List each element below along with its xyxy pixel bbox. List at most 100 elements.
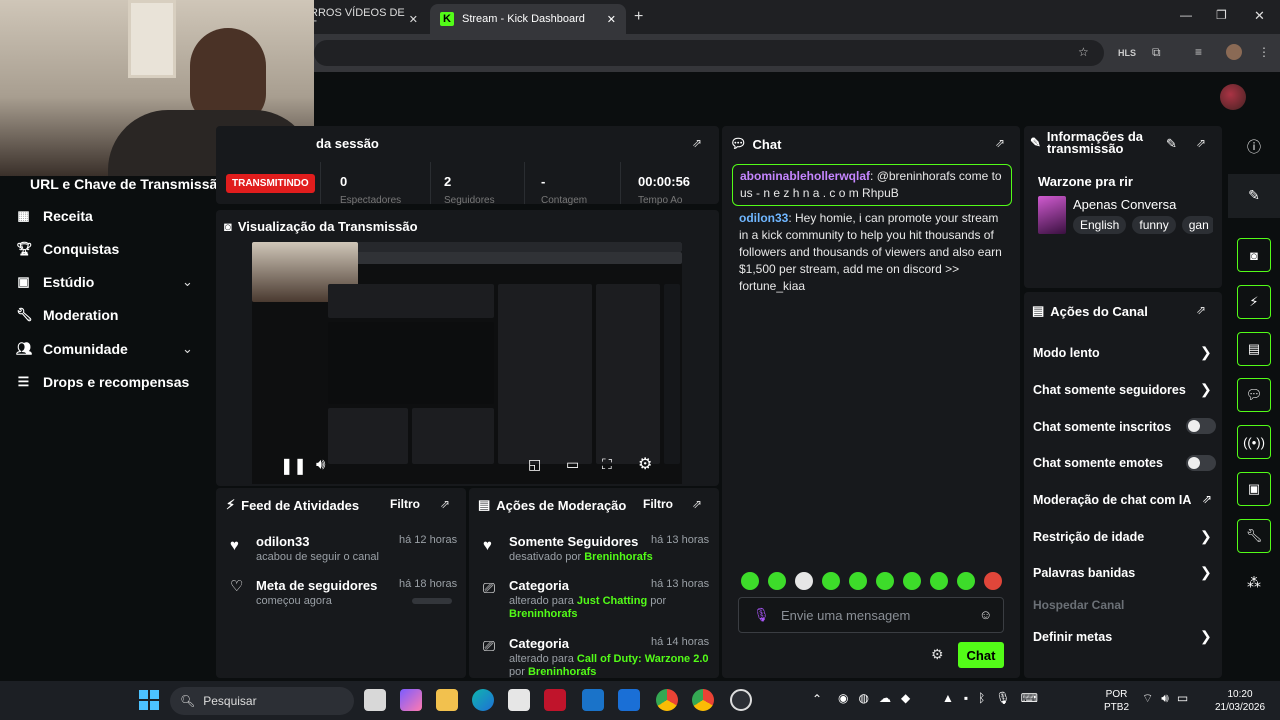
windows-start-icon[interactable] (139, 690, 159, 710)
edge-icon[interactable] (472, 689, 494, 711)
expand-icon[interactable]: ⇗ (995, 136, 1005, 150)
action-banned-words[interactable]: Palavras banidas (1033, 566, 1135, 580)
keyboard-icon[interactable]: ⌨ (1021, 691, 1038, 709)
chrome-icon[interactable] (656, 689, 678, 711)
pencil-icon[interactable]: ✎ (1237, 178, 1271, 212)
action-slow-mode[interactable]: Modo lento (1033, 346, 1100, 360)
theater-icon[interactable]: ▭ (566, 456, 579, 473)
fullscreen-icon[interactable]: ⛶ (602, 456, 612, 473)
expand-icon[interactable]: ⇗ (440, 497, 450, 511)
clock[interactable]: 10:20 21/03/2026 (1210, 688, 1270, 714)
broadcast-icon[interactable]: ((•)) (1237, 425, 1271, 459)
chat-input[interactable]: 🎙︎ Envie uma mensagem ☺ (738, 597, 1004, 633)
emote-icon[interactable] (822, 572, 840, 590)
tray-overflow-icon[interactable]: ⌃ (812, 692, 822, 706)
chat-bubble-icon[interactable]: 💬︎ (1237, 378, 1271, 412)
settings-gear-icon[interactable]: ⚙ (638, 454, 652, 474)
microphone-icon[interactable]: 🎙︎ (753, 607, 770, 623)
action-age-restriction[interactable]: Restrição de idade (1033, 530, 1144, 544)
emote-icon[interactable] (741, 572, 759, 590)
pause-icon[interactable]: ❚❚ (280, 456, 307, 476)
chat-message-highlighted[interactable]: abominablehollerwqlaf: @breninhorafs com… (732, 164, 1012, 206)
emoji-icon[interactable]: ☺ (979, 607, 992, 622)
sidebar-item-estudio[interactable]: ▣ Estúdio (16, 274, 94, 290)
bluetooth-icon[interactable]: ᛒ (978, 691, 985, 709)
language-indicator[interactable]: POR PTB2 (1104, 688, 1129, 714)
chevron-down-icon[interactable]: ⌄ (182, 274, 193, 290)
subscribers-only-toggle[interactable] (1186, 418, 1216, 434)
chevron-right-icon[interactable]: ❯ (1200, 528, 1212, 545)
expand-icon[interactable]: ⇗ (1196, 136, 1206, 150)
dell-tray-icon[interactable]: ▪ (964, 691, 968, 709)
info-icon[interactable]: ⓘ (1237, 130, 1271, 164)
chat-settings-icon[interactable]: ⚙ (931, 646, 944, 663)
emote-icon[interactable] (984, 572, 1002, 590)
emotes-only-toggle[interactable] (1186, 455, 1216, 471)
preview-toggle-icon[interactable]: ◙ (1237, 238, 1271, 272)
volume-icon[interactable]: 🔊︎ (316, 456, 325, 473)
stream-video[interactable]: ❚❚ 🔊︎ ◱ ▭ ⛶ ⚙ (252, 242, 682, 484)
close-icon[interactable]: ✕ (607, 13, 616, 26)
browser-menu-icon[interactable]: ⋮ (1258, 45, 1270, 59)
send-chat-button[interactable]: Chat (958, 642, 1004, 668)
network-volume-battery[interactable]: ⌔ 🔊︎ ▭ (1142, 691, 1188, 706)
taskbar-search[interactable]: 🔍︎ Pesquisar (170, 687, 354, 715)
sidebar-url-key[interactable]: URL e Chave de Transmissão (30, 176, 226, 192)
emote-icon[interactable] (903, 572, 921, 590)
mic-icon[interactable]: 🎙︎ (995, 691, 1010, 709)
video-settings-icon[interactable]: ▣ (1237, 472, 1271, 506)
dell-icon[interactable] (582, 689, 604, 711)
sidebar-item-receita[interactable]: ▦ Receita (16, 208, 92, 224)
file-explorer-icon[interactable] (436, 689, 458, 711)
chevron-right-icon[interactable]: ❯ (1200, 564, 1212, 581)
emote-icon[interactable] (795, 572, 813, 590)
minimize-icon[interactable]: — (1180, 8, 1192, 22)
pip-icon[interactable]: ◱ (528, 456, 541, 473)
edit-icon[interactable]: ✎ (1166, 136, 1177, 152)
task-view-icon[interactable] (364, 689, 386, 711)
chrome-profile-icon[interactable] (692, 689, 714, 711)
document-icon[interactable]: ▤ (1237, 332, 1271, 366)
chevron-right-icon[interactable]: ❯ (1200, 344, 1212, 361)
hls-extension-icon[interactable]: HLS (1118, 48, 1136, 58)
moderation-filter-button[interactable]: Filtro (643, 497, 673, 511)
copilot-icon[interactable] (400, 689, 422, 711)
browser-tab-2[interactable]: K Stream - Kick Dashboard ✕ (430, 4, 626, 34)
chevron-right-icon[interactable]: ❯ (1200, 628, 1212, 645)
chevron-right-icon[interactable]: ❯ (1200, 381, 1212, 398)
store-icon[interactable] (508, 689, 530, 711)
edge-tray-icon[interactable]: ◍ (858, 691, 868, 709)
sidebar-item-comunidade[interactable]: 👥︎ Comunidade (16, 341, 128, 357)
mcafee-icon[interactable] (544, 689, 566, 711)
media-control-icon[interactable]: ≡ (1195, 45, 1202, 59)
activity-filter-button[interactable]: Filtro (390, 497, 420, 511)
lightning-icon[interactable]: ⚡︎ (1237, 285, 1271, 319)
emote-icon[interactable] (876, 572, 894, 590)
user-avatar[interactable] (1220, 84, 1246, 110)
action-ai-moderation[interactable]: Moderação de chat com IA (1033, 493, 1191, 507)
browser-tab-1[interactable]: RROS VÍDEOS DE T ✕ (300, 4, 428, 34)
profile-avatar[interactable] (1226, 44, 1242, 60)
action-followers-only[interactable]: Chat somente seguidores (1033, 383, 1186, 397)
bookmark-star-icon[interactable]: ☆ (1078, 45, 1089, 59)
teams-icon[interactable]: ◉ (838, 691, 848, 709)
sidebar-item-drops[interactable]: ☰ Drops e recompensas (16, 374, 190, 390)
cloud-icon[interactable]: ☁ (879, 691, 891, 709)
expand-icon[interactable]: ⇗ (692, 136, 702, 150)
expand-icon[interactable]: ⇗ (1196, 303, 1206, 317)
obs-icon[interactable] (730, 689, 752, 711)
app-tray-icon[interactable]: ◆ (901, 691, 910, 709)
extensions-icon[interactable]: ⧉ (1152, 45, 1161, 60)
action-set-goals[interactable]: Definir metas (1033, 630, 1112, 644)
emote-icon[interactable] (957, 572, 975, 590)
emote-icon[interactable] (930, 572, 948, 590)
add-widget-icon[interactable]: ⁂ (1237, 565, 1271, 599)
acrobat-icon[interactable]: ▲ (942, 691, 954, 709)
window-close-icon[interactable]: ✕ (1254, 8, 1265, 24)
sidebar-item-conquistas[interactable]: 🏆︎ Conquistas (16, 241, 119, 257)
outlook-icon[interactable] (618, 689, 640, 711)
chat-message[interactable]: odilon33: Hey homie, i can promote your … (739, 210, 1009, 295)
external-link-icon[interactable]: ⇗ (1202, 492, 1212, 506)
address-bar[interactable] (314, 40, 1104, 66)
close-icon[interactable]: ✕ (409, 13, 418, 26)
